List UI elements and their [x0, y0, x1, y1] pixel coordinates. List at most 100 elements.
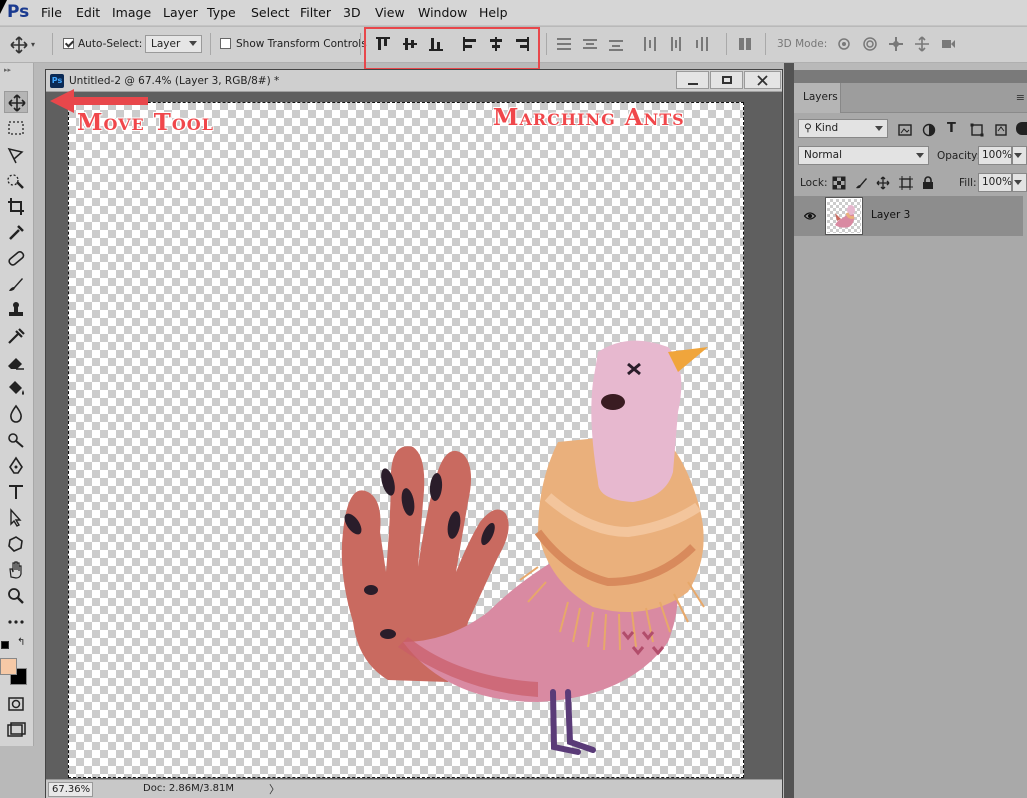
separator: [765, 33, 766, 55]
default-colors-icon[interactable]: [1, 641, 9, 649]
menu-layer[interactable]: Layer: [163, 5, 198, 20]
minimize-button[interactable]: [676, 71, 709, 89]
layer-name[interactable]: Layer 3: [871, 209, 910, 221]
menu-3d[interactable]: 3D: [343, 5, 361, 20]
eraser-icon: [8, 358, 24, 370]
clone-stamp-tool[interactable]: [4, 299, 28, 321]
eye-icon[interactable]: [804, 210, 816, 222]
document-title-bar[interactable]: Ps Untitled-2 @ 67.4% (Layer 3, RGB/8#) …: [46, 70, 782, 92]
menu-image[interactable]: Image: [112, 5, 151, 20]
lock-transparent-pixels-icon[interactable]: [832, 176, 846, 190]
photoshop-window: Ps File Edit Image Layer Type Select Fil…: [0, 0, 1027, 798]
screen-mode-button[interactable]: [4, 719, 28, 741]
lasso-tool[interactable]: [4, 143, 28, 165]
foreground-color-swatch[interactable]: [0, 658, 17, 675]
fill-dropdown[interactable]: [1012, 173, 1027, 192]
zoom-level-field[interactable]: 67.36%: [48, 782, 93, 797]
canvas[interactable]: [68, 102, 744, 778]
3d-scale-icon[interactable]: [940, 36, 956, 52]
menu-edit[interactable]: Edit: [76, 5, 100, 20]
auto-align-layers-icon[interactable]: [737, 36, 753, 52]
layer-thumbnail[interactable]: [825, 197, 863, 235]
lock-position-icon[interactable]: [876, 176, 890, 190]
auto-select-dropdown[interactable]: Layer: [145, 35, 202, 53]
distribute-left-icon[interactable]: [642, 36, 658, 52]
blend-mode-dropdown[interactable]: Normal: [798, 146, 929, 165]
zoom-tool[interactable]: [4, 585, 28, 607]
red-arrow-icon: [50, 89, 148, 113]
menu-window[interactable]: Window: [418, 5, 467, 20]
crop-tool[interactable]: [4, 195, 28, 217]
filter-shape-icon[interactable]: [970, 123, 984, 137]
menu-view[interactable]: View: [375, 5, 405, 20]
screen-mode-icon: [7, 722, 26, 737]
filter-toggle-switch[interactable]: [1016, 122, 1027, 135]
auto-select-checkbox[interactable]: [63, 38, 74, 49]
opacity-dropdown[interactable]: [1012, 146, 1027, 165]
fill-field[interactable]: 100%: [978, 173, 1012, 192]
panel-tab-bar: Layers ≡: [794, 83, 1027, 113]
mouse-cursor-icon: [0, 0, 7, 14]
move-tool[interactable]: [4, 91, 28, 113]
distribute-right-icon[interactable]: [694, 36, 710, 52]
lock-row: Lock: Fill: 100%: [794, 170, 1027, 196]
3d-orbit-icon[interactable]: [836, 36, 852, 52]
eyedropper-tool[interactable]: [4, 221, 28, 243]
separator: [360, 33, 361, 55]
path-selection-tool[interactable]: [4, 507, 28, 529]
move-tool-preset-icon[interactable]: [10, 36, 28, 54]
menu-type[interactable]: Type: [207, 5, 236, 20]
menu-filter[interactable]: Filter: [300, 5, 331, 20]
menu-file[interactable]: File: [41, 5, 62, 20]
distribute-bottom-icon[interactable]: [608, 36, 624, 52]
filter-type-icon[interactable]: T: [947, 121, 956, 136]
eraser-tool[interactable]: [4, 351, 28, 373]
3d-roll-icon[interactable]: [862, 36, 878, 52]
quick-mask-button[interactable]: [4, 693, 28, 715]
document-title: Untitled-2 @ 67.4% (Layer 3, RGB/8#) *: [69, 75, 280, 87]
pen-tool[interactable]: [4, 455, 28, 477]
lock-image-pixels-icon[interactable]: [854, 176, 868, 190]
hand-tool[interactable]: [4, 559, 28, 581]
distribute-top-icon[interactable]: [556, 36, 572, 52]
distribute-vertical-centers-icon[interactable]: [582, 36, 598, 52]
blur-tool[interactable]: [4, 403, 28, 425]
layer-row[interactable]: Layer 3: [794, 196, 1023, 236]
menu-select[interactable]: Select: [251, 5, 290, 20]
history-brush-tool[interactable]: [4, 325, 28, 347]
opacity-field[interactable]: 100%: [978, 146, 1012, 165]
filter-pixel-icon[interactable]: [898, 123, 912, 137]
panel-collapse-icon[interactable]: ▸▸: [4, 66, 11, 74]
type-tool[interactable]: [4, 481, 28, 503]
panel-menu-icon[interactable]: ≡: [1016, 91, 1025, 104]
chevron-down-icon: [1014, 153, 1022, 158]
3d-pan-icon[interactable]: [888, 36, 904, 52]
transform-controls-checkbox[interactable]: [220, 38, 231, 49]
more-tools[interactable]: [4, 611, 28, 633]
lock-artboard-icon[interactable]: [899, 176, 913, 190]
marching-ants-annotation: Marching Ants: [493, 104, 685, 131]
maximize-button[interactable]: [710, 71, 743, 89]
separator: [546, 33, 547, 55]
lock-all-icon[interactable]: [921, 176, 935, 190]
quick-selection-tool[interactable]: [4, 169, 28, 191]
close-button[interactable]: [744, 71, 781, 89]
distribute-horizontal-centers-icon[interactable]: [668, 36, 684, 52]
filter-adjustment-icon[interactable]: [922, 123, 936, 137]
brush-tool[interactable]: [4, 273, 28, 295]
preset-dropdown-arrow-icon[interactable]: ▾: [31, 40, 35, 49]
3d-slide-icon[interactable]: [914, 36, 930, 52]
status-menu-arrow-icon[interactable]: 〉: [269, 781, 280, 797]
filter-kind-dropdown[interactable]: ⚲ Kind: [798, 119, 888, 138]
filter-kind-value: Kind: [815, 122, 839, 134]
healing-brush-tool[interactable]: [4, 247, 28, 269]
paint-bucket-tool[interactable]: [4, 377, 28, 399]
filter-smart-object-icon[interactable]: [994, 123, 1008, 137]
tab-layers[interactable]: Layers: [794, 83, 841, 113]
swap-colors-icon[interactable]: ↰: [17, 637, 25, 648]
menu-help[interactable]: Help: [479, 5, 508, 20]
vertical-scrollbar[interactable]: [767, 92, 782, 778]
marquee-tool[interactable]: [4, 117, 28, 139]
dodge-tool[interactable]: [4, 429, 28, 451]
custom-shape-tool[interactable]: [4, 533, 28, 555]
